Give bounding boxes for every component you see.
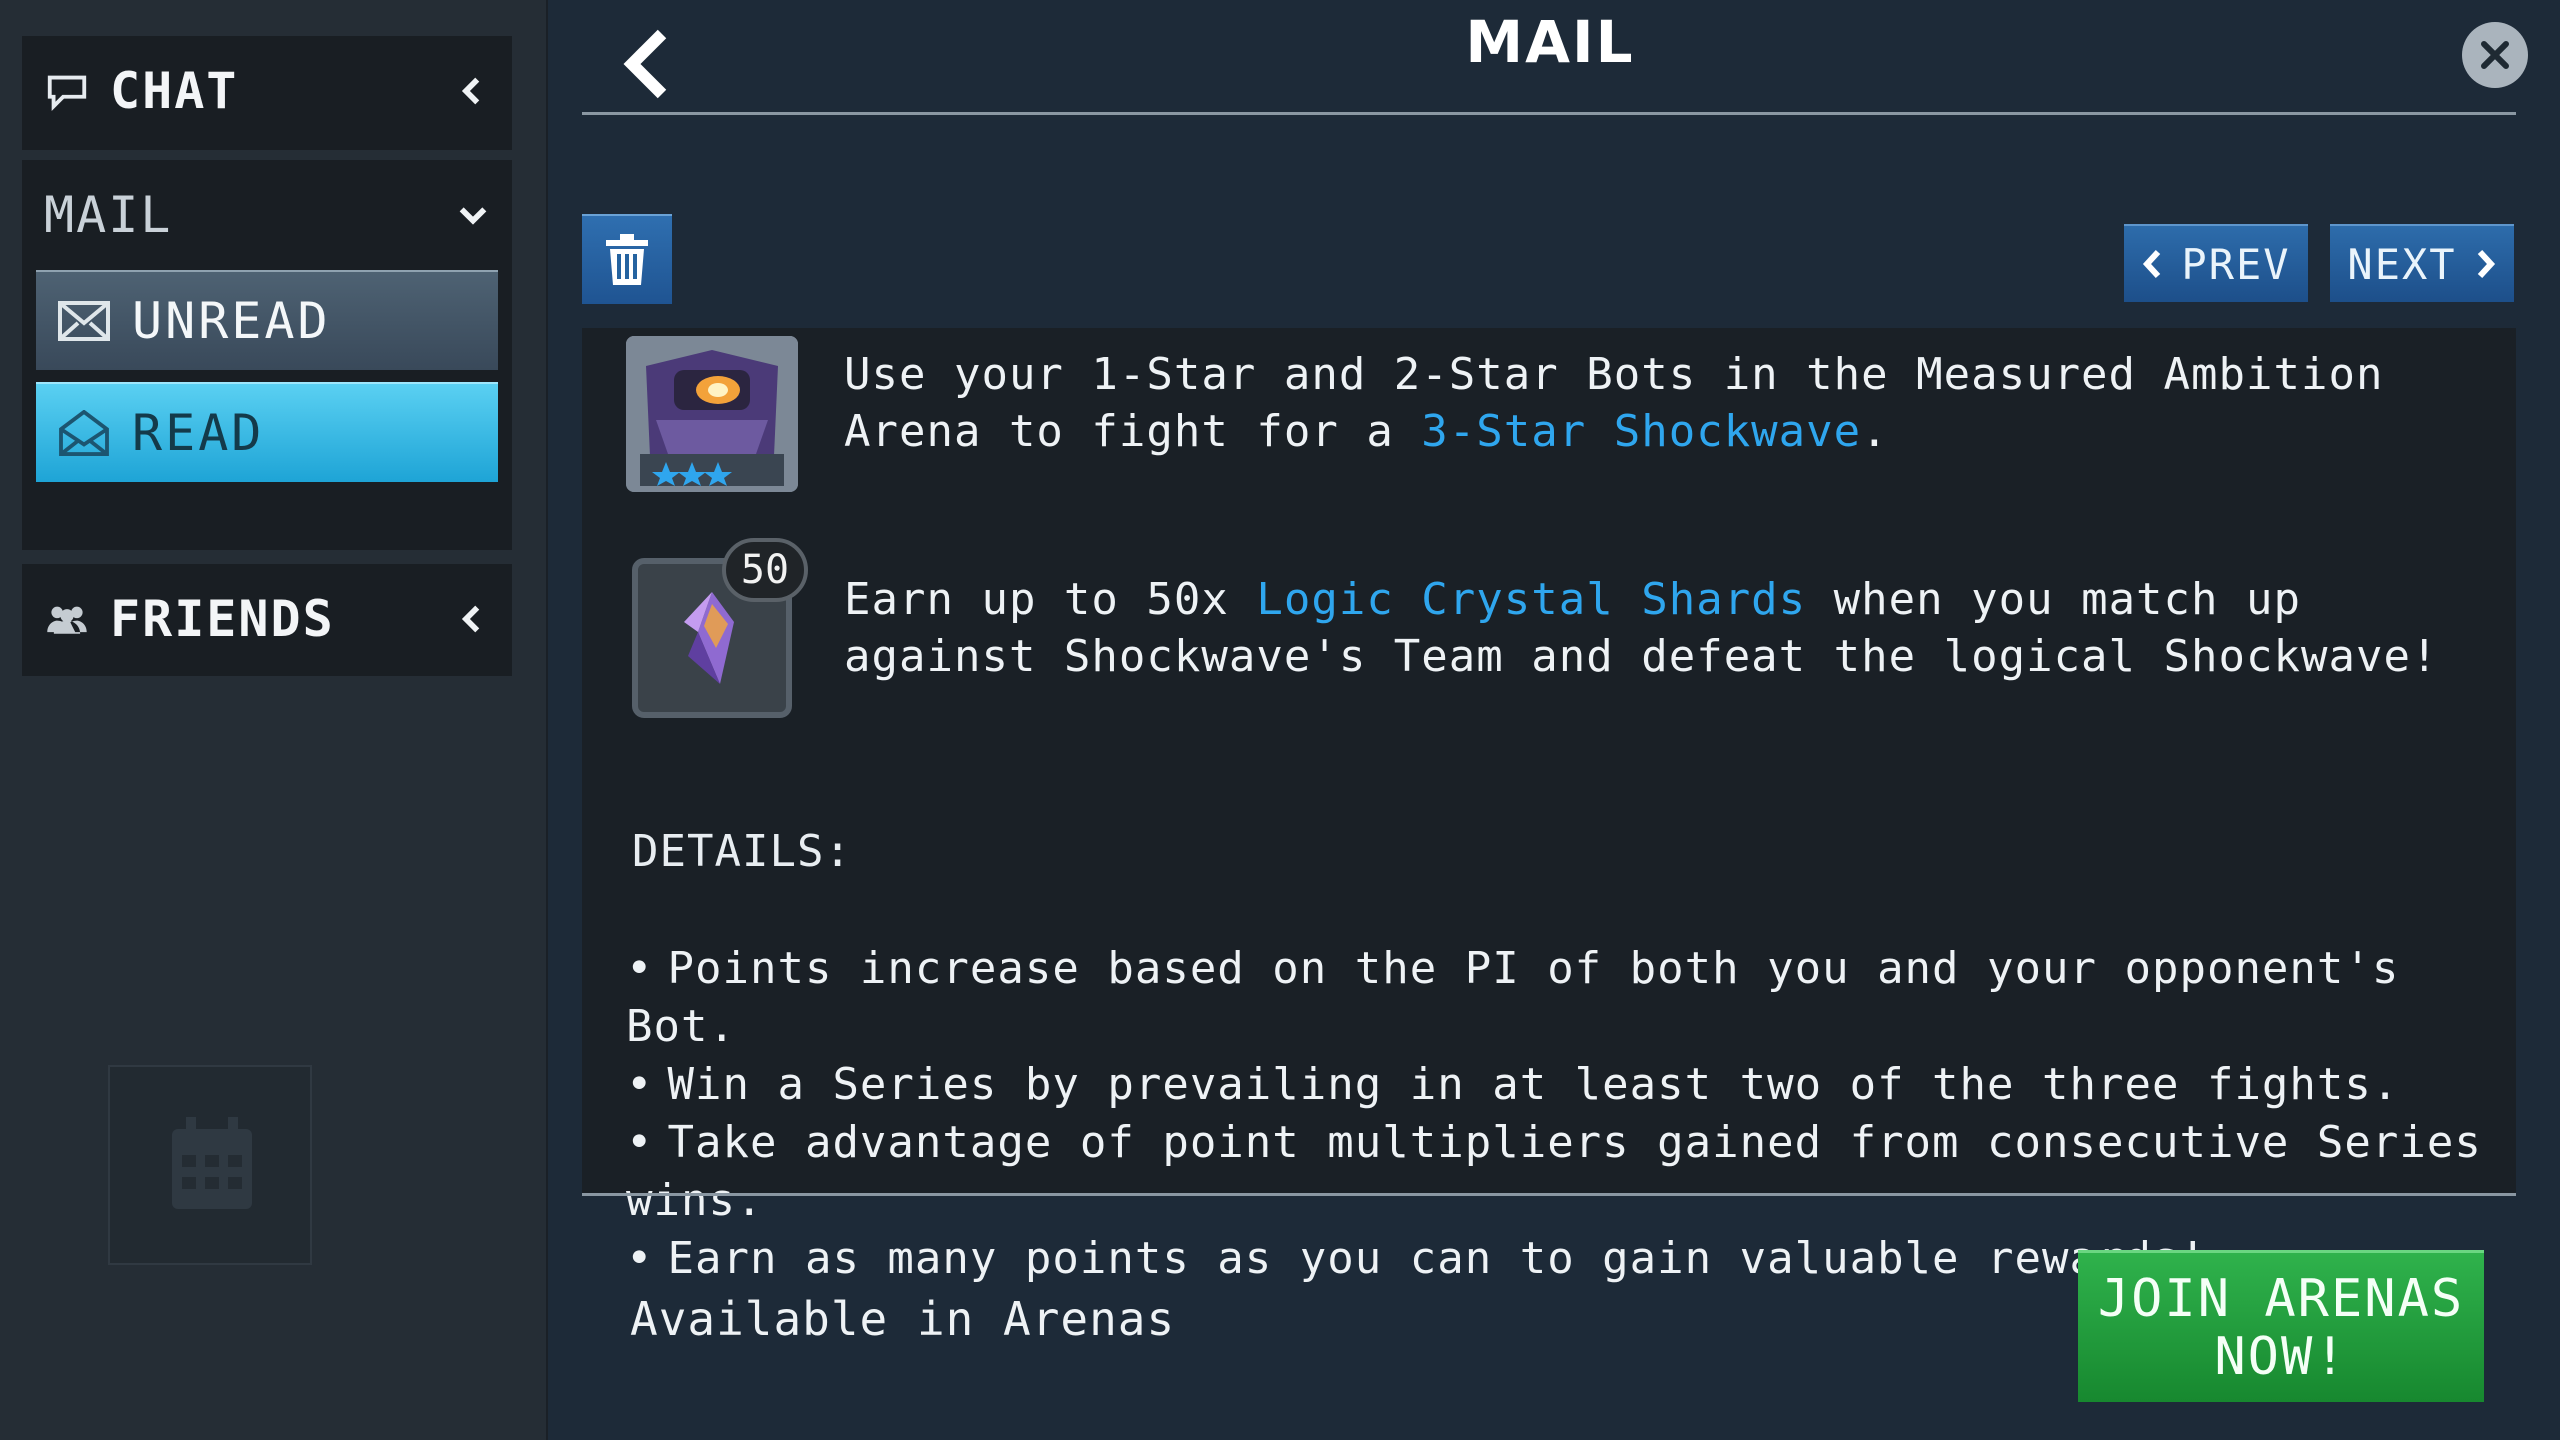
chevron-down-icon[interactable] (456, 198, 490, 232)
prev-label: PREV (2181, 239, 2291, 289)
megaphone-icon (47, 75, 87, 111)
back-chevron-icon[interactable] (618, 28, 674, 100)
details-list: Points increase based on the PI of both … (626, 940, 2516, 1288)
chat-label: CHAT (110, 62, 239, 120)
chevron-right-icon (2477, 249, 2495, 279)
shockwave-portrait (626, 336, 798, 492)
calendar-tile (108, 1065, 312, 1265)
chevron-left-icon[interactable] (456, 74, 490, 108)
join-arenas-button[interactable]: JOIN ARENAS NOW! (2078, 1250, 2484, 1402)
envelope-closed-icon (58, 301, 110, 341)
trash-icon (606, 234, 648, 285)
availability-text: Available in Arenas (630, 1292, 1176, 1346)
calendar-icon (172, 1117, 252, 1209)
mail-read-label: READ (132, 404, 265, 462)
list-item: Take advantage of point multipliers gain… (626, 1114, 2516, 1230)
next-label: NEXT (2347, 239, 2457, 289)
friends-label: FRIENDS (110, 590, 335, 648)
sidebar: CHAT MAIL UNREAD READ FRIENDS (0, 0, 548, 1440)
close-icon (2481, 41, 2509, 69)
list-item: Win a Series by prevailing in at least t… (626, 1056, 2516, 1114)
mail-label: MAIL (44, 186, 173, 244)
shockwave-link[interactable]: 3-Star Shockwave (1421, 406, 1861, 457)
message-text-2a: Earn up to 50x (844, 574, 1257, 625)
friends-header[interactable]: FRIENDS (22, 564, 512, 674)
chevron-left-icon[interactable] (456, 602, 490, 636)
envelope-open-icon (59, 410, 109, 456)
chat-panel[interactable]: CHAT (22, 36, 512, 150)
content-divider (582, 1193, 2516, 1196)
mail-unread-tab[interactable]: UNREAD (36, 270, 498, 370)
message-text-1b: . (1861, 406, 1889, 457)
page-title: MAIL (1465, 8, 1635, 76)
list-item: Points increase based on the PI of both … (626, 940, 2516, 1056)
close-button[interactable] (2462, 22, 2528, 88)
chat-header[interactable]: CHAT (22, 36, 512, 146)
mail-read-tab[interactable]: READ (36, 382, 498, 482)
message-paragraph-2: Earn up to 50x Logic Crystal Shards when… (844, 571, 2464, 685)
message-body: Use your 1-Star and 2-Star Bots in the M… (582, 328, 2516, 1284)
mail-panel: MAIL UNREAD READ (22, 160, 512, 550)
chevron-left-icon (2143, 249, 2161, 279)
mail-unread-label: UNREAD (132, 292, 331, 350)
next-button[interactable]: NEXT (2330, 224, 2514, 302)
details-heading: DETAILS: (632, 826, 852, 877)
shockwave-icon (626, 336, 798, 492)
mail-header[interactable]: MAIL (22, 160, 512, 270)
delete-button[interactable] (582, 214, 672, 304)
people-icon (47, 606, 87, 634)
message-paragraph-1: Use your 1-Star and 2-Star Bots in the M… (844, 346, 2464, 460)
friends-panel[interactable]: FRIENDS (22, 564, 512, 676)
reward-count-badge: 50 (722, 538, 808, 602)
header-divider (582, 112, 2516, 115)
logic-crystal-shards-link[interactable]: Logic Crystal Shards (1256, 574, 1806, 625)
prev-button[interactable]: PREV (2124, 224, 2308, 302)
